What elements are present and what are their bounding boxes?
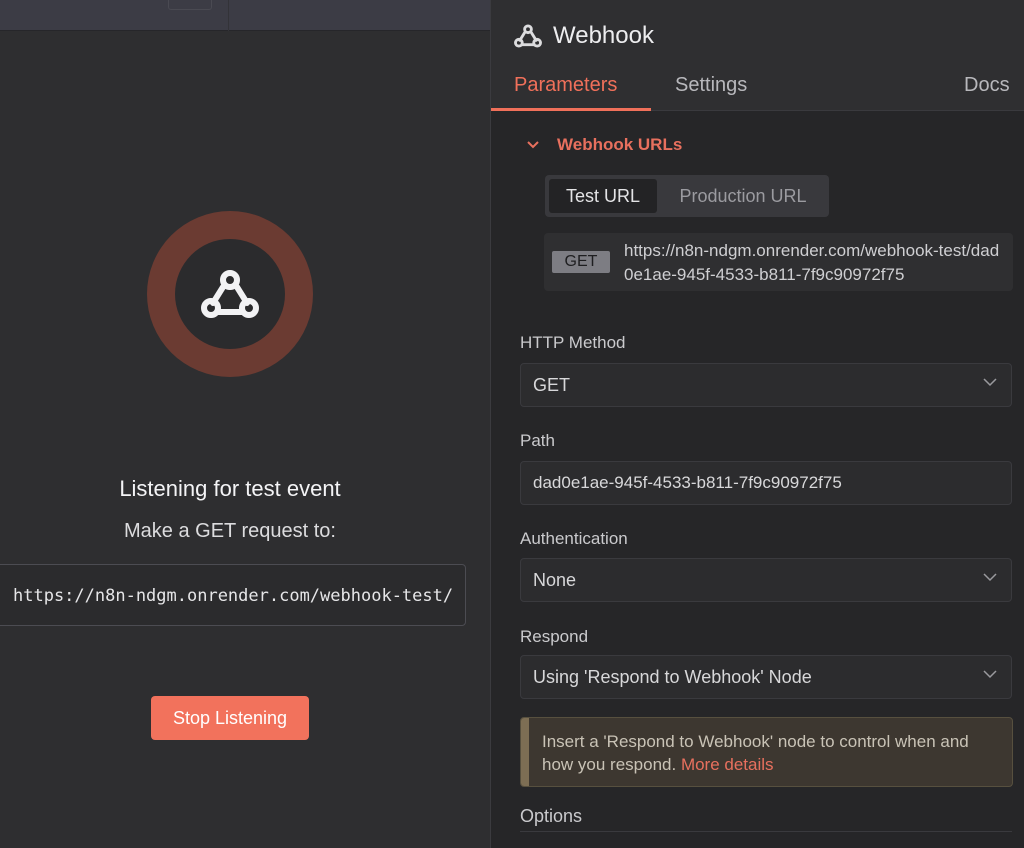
url-type-toggle: Test URL Production URL bbox=[545, 175, 829, 217]
webhook-url-text: https://n8n-ndgm.onrender.com/webhook-te… bbox=[13, 586, 454, 606]
canvas-panel: Listening for test event Make a GET requ… bbox=[0, 0, 490, 848]
path-input[interactable]: dad0e1ae-945f-4533-b811-7f9c90972f75 bbox=[520, 461, 1012, 505]
tab-settings[interactable]: Settings bbox=[675, 74, 747, 97]
node-tabs: Parameters Settings Docs bbox=[491, 60, 1024, 111]
respond-label: Respond bbox=[520, 627, 589, 646]
test-url-option[interactable]: Test URL bbox=[549, 179, 657, 213]
listening-indicator bbox=[147, 211, 313, 377]
http-method-select[interactable]: GET bbox=[520, 363, 1012, 407]
webhook-url-display[interactable]: https://n8n-ndgm.onrender.com/webhook-te… bbox=[0, 564, 466, 626]
more-details-link[interactable]: More details bbox=[681, 755, 774, 774]
webhook-url-box[interactable]: GET https://n8n-ndgm.onrender.com/webhoo… bbox=[544, 233, 1013, 291]
webhook-urls-label: Webhook URLs bbox=[557, 135, 683, 154]
request-instruction: Make a GET request to: bbox=[124, 520, 336, 542]
notice-accent-bar bbox=[521, 718, 529, 786]
authentication-value: None bbox=[533, 570, 577, 590]
listening-title: Listening for test event bbox=[119, 476, 341, 501]
listening-indicator-inner bbox=[175, 239, 285, 349]
authentication-select[interactable]: None bbox=[520, 558, 1012, 602]
divider bbox=[228, 0, 229, 31]
options-label: Options bbox=[520, 806, 583, 826]
notice-text: Insert a 'Respond to Webhook' node to co… bbox=[542, 730, 1002, 776]
top-bar-tab[interactable] bbox=[168, 0, 212, 10]
authentication-label: Authentication bbox=[520, 529, 628, 548]
chevron-down-icon bbox=[983, 378, 997, 387]
top-bar bbox=[0, 0, 490, 31]
tab-parameters[interactable]: Parameters bbox=[514, 74, 617, 97]
http-method-label: HTTP Method bbox=[520, 333, 626, 352]
stop-listening-button[interactable]: Stop Listening bbox=[151, 696, 309, 740]
path-value: dad0e1ae-945f-4533-b811-7f9c90972f75 bbox=[533, 473, 842, 492]
node-header: Webhook bbox=[513, 22, 654, 50]
webhook-url-value: https://n8n-ndgm.onrender.com/webhook-te… bbox=[624, 241, 1000, 284]
respond-notice: Insert a 'Respond to Webhook' node to co… bbox=[520, 717, 1013, 787]
chevron-down-icon bbox=[983, 573, 997, 582]
parameters-panel: Webhook URLs Test URL Production URL GET… bbox=[491, 111, 1024, 848]
chevron-down-icon bbox=[983, 670, 997, 679]
webhook-icon bbox=[201, 270, 259, 318]
chevron-down-icon bbox=[527, 141, 539, 149]
production-url-option[interactable]: Production URL bbox=[661, 179, 825, 213]
respond-value: Using 'Respond to Webhook' Node bbox=[533, 667, 812, 687]
webhook-icon bbox=[514, 24, 542, 48]
path-label: Path bbox=[520, 431, 555, 450]
options-divider bbox=[520, 831, 1012, 832]
node-title: Webhook bbox=[553, 22, 654, 49]
node-settings-panel: Webhook Parameters Settings Docs Webhook… bbox=[490, 0, 1024, 848]
method-badge: GET bbox=[552, 251, 610, 273]
tab-docs[interactable]: Docs bbox=[964, 74, 1010, 97]
respond-select[interactable]: Using 'Respond to Webhook' Node bbox=[520, 655, 1012, 699]
webhook-urls-toggle[interactable]: Webhook URLs bbox=[527, 135, 682, 155]
http-method-value: GET bbox=[533, 375, 571, 395]
